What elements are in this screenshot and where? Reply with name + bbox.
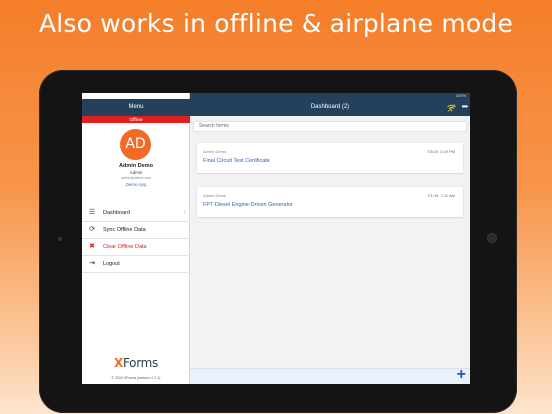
logout-icon: ⇥ [89,260,95,267]
dashboard-content: Search forms Admin Demo 7/3/19, 2:19 PM … [190,116,470,384]
chevron-right-icon: › [183,209,186,216]
sidebar: Menu Offline AD Admin Demo Admin admin@d… [82,93,190,384]
user-name: Admin Demo [119,163,153,169]
sidebar-item-label: Sync Offline Data [103,227,146,233]
card-title-link[interactable]: Final Circuit Test Certificate [203,158,270,164]
card-date: 7/1/19, 7:11 AM [427,193,455,198]
sidebar-title: Menu [82,99,190,116]
bottom-toolbar: + [190,366,470,384]
sync-icon: ⟳ [89,226,95,233]
clear-data-icon: ✖ [89,243,95,250]
sidebar-item-dashboard[interactable]: ☰ Dashboard › [82,205,190,222]
page-title: Dashboard (2) [310,104,350,110]
wifi-offline-icon[interactable] [447,99,456,116]
avatar[interactable]: AD [120,129,151,160]
app-name-link[interactable]: Demo App [82,182,190,187]
card-date: 7/3/19, 2:19 PM [426,149,455,154]
main-header: Dashboard (2) ••• [190,99,470,116]
list-icon: ☰ [88,209,96,216]
sidebar-item-sync[interactable]: ⟳ Sync Offline Data [82,222,190,239]
user-role: Admin [129,170,143,175]
sidebar-item-label: Logout [103,261,120,267]
xforms-logo: XForms [114,356,158,370]
sidebar-item-logout[interactable]: ⇥ Logout [82,256,190,273]
search-input[interactable]: Search forms [193,121,467,132]
offline-banner: Offline [82,116,190,123]
sidebar-menu: ☰ Dashboard › ⟳ Sync Offline Data ✖ Clea… [82,205,190,273]
app-screen: 3:00 PM Thu Jul 4 100% Menu Offline AD A… [82,93,470,384]
sidebar-item-clear-data[interactable]: ✖ Clear Offline Data [82,239,190,256]
form-card[interactable]: Admin Demo 7/1/19, 7:11 AM FPT-Diesel En… [197,187,463,217]
card-author: Admin Demo [203,149,227,154]
sidebar-item-label: Dashboard [103,210,130,216]
promo-headline: Also works in offline & airplane mode [38,9,514,38]
camera-dot [58,237,62,241]
card-author: Admin Demo [203,193,227,198]
more-options-icon[interactable]: ••• [462,98,468,115]
home-button[interactable] [487,233,497,243]
sidebar-item-label: Clear Offline Data [103,244,147,250]
user-email: admin@demo.com [120,176,152,180]
form-card[interactable]: Admin Demo 7/3/19, 2:19 PM Final Circuit… [197,143,463,173]
copyright-text: © 2019 XForms (version: 0.7.1) [111,376,161,380]
add-form-button[interactable]: + [457,366,466,384]
card-title-link[interactable]: FPT-Diesel Engine-Driven Generator [203,202,293,208]
